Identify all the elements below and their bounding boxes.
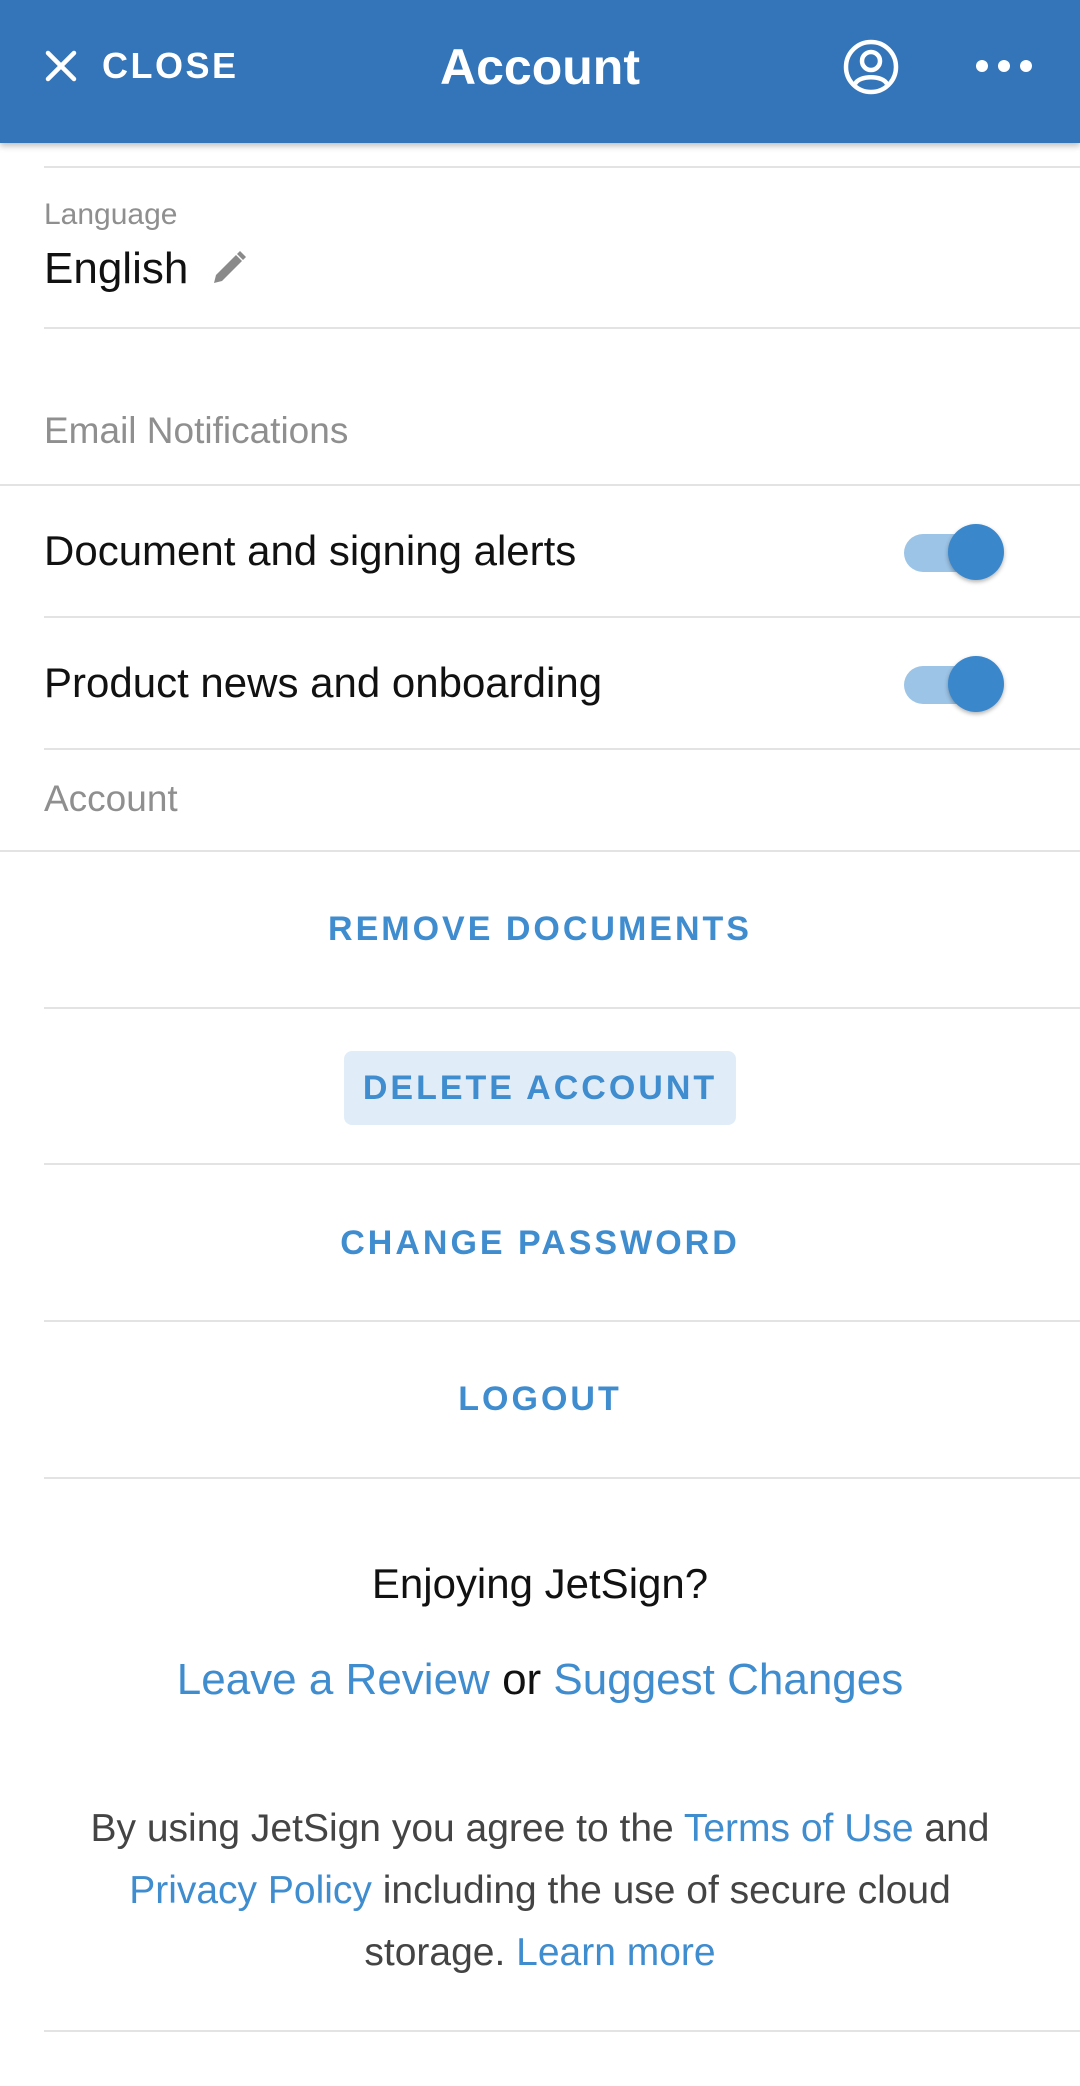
divider [44, 748, 1080, 750]
leave-review-link[interactable]: Leave a Review [177, 1655, 490, 1704]
divider [44, 2030, 1080, 2032]
remove-documents-button[interactable]: REMOVE DOCUMENTS [0, 910, 1080, 949]
page-title: Account [440, 39, 640, 95]
divider [44, 1320, 1080, 1322]
divider [0, 850, 1080, 852]
divider [0, 484, 1080, 486]
divider [44, 616, 1080, 618]
pencil-icon [214, 251, 247, 283]
language-label: Language [44, 198, 178, 231]
email-notifications-section-label: Email Notifications [44, 410, 349, 451]
enjoying-question: Enjoying JetSign? [371, 1560, 709, 1607]
delete-account-button[interactable]: DELETE ACCOUNT [344, 1051, 736, 1125]
more-horizontal-icon[interactable] [974, 46, 1034, 86]
legal-notice: By using JetSign you agree to the Terms … [60, 1798, 1020, 1984]
toggle-thumb [948, 656, 1004, 712]
language-value: English [44, 244, 189, 293]
suggest-changes-link[interactable]: Suggest Changes [553, 1655, 903, 1704]
logout-button[interactable]: LOGOUT [0, 1380, 1080, 1419]
product-news-onboarding-label: Product news and onboarding [44, 659, 603, 706]
feedback-links: Leave a Review or Suggest Changes [0, 1655, 1080, 1705]
toggle-thumb [948, 524, 1004, 580]
legal-and-text: and [924, 1807, 990, 1850]
change-password-button[interactable]: CHANGE PASSWORD [0, 1224, 1080, 1263]
or-text: or [502, 1655, 542, 1704]
language-field[interactable]: English [44, 244, 250, 294]
divider [44, 166, 1080, 168]
account-screen: CLOSE Account Language English Email Not… [0, 0, 1080, 2086]
divider [44, 1007, 1080, 1009]
terms-of-use-link[interactable]: Terms of Use [684, 1807, 914, 1850]
legal-text-1: By using JetSign you agree to the [90, 1807, 674, 1850]
app-bar: CLOSE Account [0, 0, 1080, 143]
divider [44, 327, 1080, 329]
product-news-onboarding-toggle[interactable] [902, 656, 1006, 712]
divider [44, 1163, 1080, 1165]
document-signing-alerts-toggle[interactable] [902, 524, 1006, 580]
account-circle-icon[interactable] [842, 38, 900, 96]
document-signing-alerts-label: Document and signing alerts [44, 527, 577, 574]
learn-more-link[interactable]: Learn more [516, 1931, 715, 1974]
divider [44, 1477, 1080, 1479]
account-section-label: Account [44, 778, 178, 819]
privacy-policy-link[interactable]: Privacy Policy [129, 1869, 372, 1912]
